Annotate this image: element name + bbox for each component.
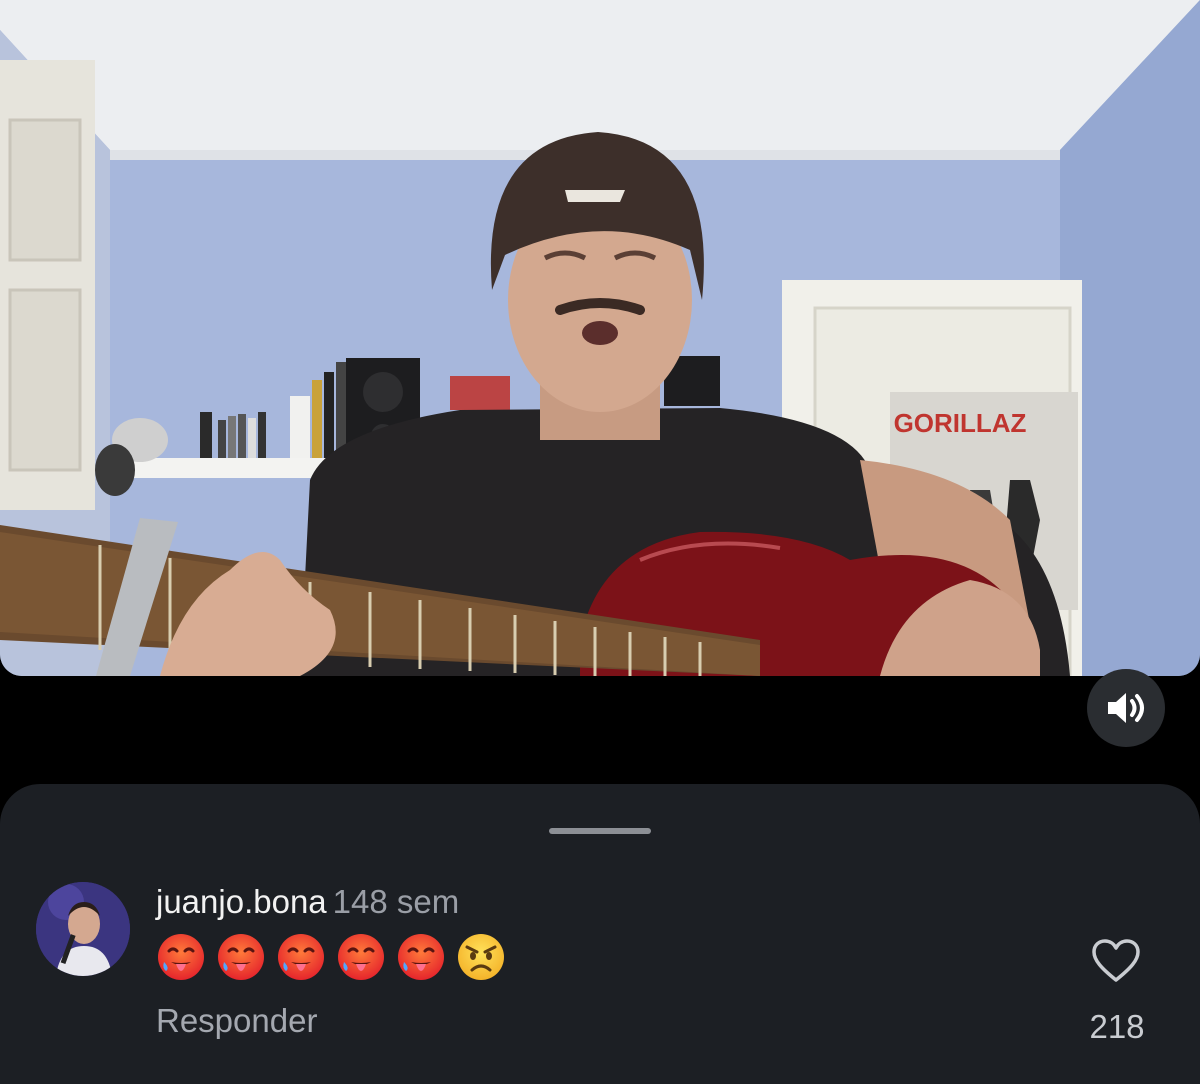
video-frame: GORILLAZ: [0, 0, 1200, 676]
hot-face-emoji: [278, 934, 324, 980]
sound-toggle-button[interactable]: [1087, 669, 1165, 747]
reply-button[interactable]: Responder: [156, 1002, 317, 1040]
comment-header: juanjo.bona 148 sem: [156, 882, 459, 922]
like-count: 218: [1089, 1008, 1145, 1045]
hot-face-emoji: [158, 934, 204, 980]
like-button[interactable]: [1088, 936, 1144, 988]
angry-face-emoji: [458, 934, 504, 980]
heart-icon: [1092, 938, 1140, 982]
comment-emoji-text: [156, 932, 506, 982]
hot-face-emoji: [338, 934, 384, 980]
user-avatar-image: [36, 882, 130, 976]
sheet-grabber-handle[interactable]: [549, 828, 651, 834]
comment-username[interactable]: juanjo.bona: [156, 883, 327, 920]
avatar[interactable]: [36, 882, 130, 976]
svg-text:GORILLAZ: GORILLAZ: [894, 408, 1027, 438]
hot-face-emoji: [218, 934, 264, 980]
video-player[interactable]: GORILLAZ: [0, 0, 1200, 676]
speaker-sound-on-icon: [1108, 693, 1144, 723]
comments-sheet: juanjo.bona 148 sem Responder 218: [0, 784, 1200, 1084]
comment-time: 148 sem: [332, 883, 460, 920]
hot-face-emoji: [398, 934, 444, 980]
